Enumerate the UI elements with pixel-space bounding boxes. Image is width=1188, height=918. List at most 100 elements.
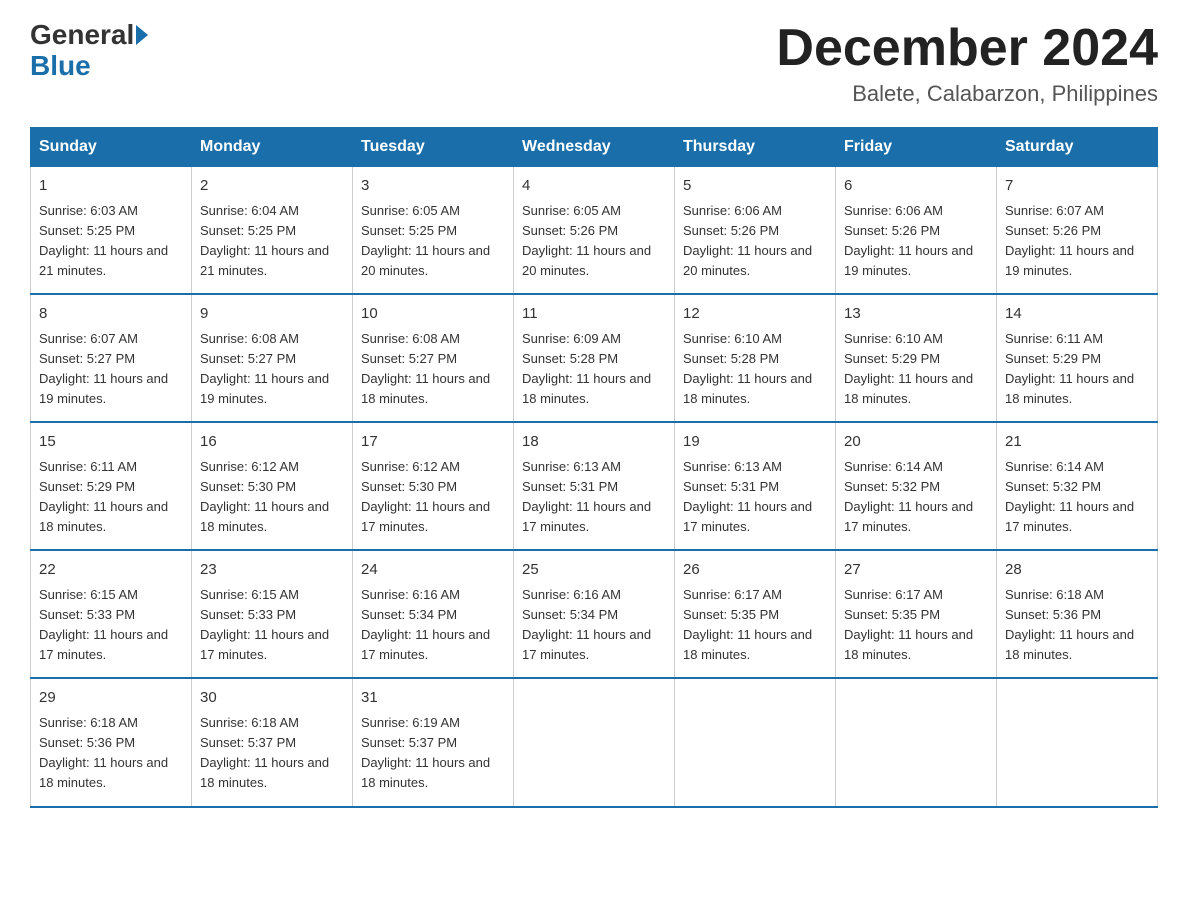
day-info: Sunrise: 6:12 AMSunset: 5:30 PMDaylight:…: [361, 459, 490, 534]
day-info: Sunrise: 6:18 AMSunset: 5:36 PMDaylight:…: [1005, 587, 1134, 662]
day-info: Sunrise: 6:16 AMSunset: 5:34 PMDaylight:…: [522, 587, 651, 662]
table-row: [675, 678, 836, 806]
calendar-week-row: 22 Sunrise: 6:15 AMSunset: 5:33 PMDaylig…: [31, 550, 1158, 678]
table-row: [514, 678, 675, 806]
day-number: 21: [1005, 431, 1149, 454]
table-row: 30 Sunrise: 6:18 AMSunset: 5:37 PMDaylig…: [192, 678, 353, 806]
table-row: 10 Sunrise: 6:08 AMSunset: 5:27 PMDaylig…: [353, 294, 514, 422]
day-info: Sunrise: 6:08 AMSunset: 5:27 PMDaylight:…: [200, 331, 329, 406]
col-wednesday: Wednesday: [514, 128, 675, 167]
day-number: 19: [683, 431, 827, 454]
day-info: Sunrise: 6:14 AMSunset: 5:32 PMDaylight:…: [844, 459, 973, 534]
table-row: 27 Sunrise: 6:17 AMSunset: 5:35 PMDaylig…: [836, 550, 997, 678]
table-row: 12 Sunrise: 6:10 AMSunset: 5:28 PMDaylig…: [675, 294, 836, 422]
table-row: 15 Sunrise: 6:11 AMSunset: 5:29 PMDaylig…: [31, 422, 192, 550]
day-number: 4: [522, 175, 666, 198]
calendar-week-row: 8 Sunrise: 6:07 AMSunset: 5:27 PMDayligh…: [31, 294, 1158, 422]
day-number: 31: [361, 687, 505, 710]
day-info: Sunrise: 6:11 AMSunset: 5:29 PMDaylight:…: [1005, 331, 1134, 406]
day-info: Sunrise: 6:17 AMSunset: 5:35 PMDaylight:…: [844, 587, 973, 662]
day-number: 26: [683, 559, 827, 582]
calendar-header-row: Sunday Monday Tuesday Wednesday Thursday…: [31, 128, 1158, 167]
day-number: 29: [39, 687, 183, 710]
table-row: 2 Sunrise: 6:04 AMSunset: 5:25 PMDayligh…: [192, 167, 353, 295]
day-info: Sunrise: 6:18 AMSunset: 5:36 PMDaylight:…: [39, 715, 168, 790]
day-number: 9: [200, 303, 344, 326]
logo-arrow-icon: [136, 25, 148, 45]
day-info: Sunrise: 6:14 AMSunset: 5:32 PMDaylight:…: [1005, 459, 1134, 534]
calendar-title: December 2024: [776, 20, 1158, 77]
table-row: 23 Sunrise: 6:15 AMSunset: 5:33 PMDaylig…: [192, 550, 353, 678]
day-info: Sunrise: 6:07 AMSunset: 5:27 PMDaylight:…: [39, 331, 168, 406]
day-number: 8: [39, 303, 183, 326]
table-row: [997, 678, 1158, 806]
table-row: 24 Sunrise: 6:16 AMSunset: 5:34 PMDaylig…: [353, 550, 514, 678]
day-info: Sunrise: 6:18 AMSunset: 5:37 PMDaylight:…: [200, 715, 329, 790]
table-row: 1 Sunrise: 6:03 AMSunset: 5:25 PMDayligh…: [31, 167, 192, 295]
day-number: 17: [361, 431, 505, 454]
day-number: 13: [844, 303, 988, 326]
day-number: 20: [844, 431, 988, 454]
day-number: 7: [1005, 175, 1149, 198]
day-number: 22: [39, 559, 183, 582]
col-thursday: Thursday: [675, 128, 836, 167]
table-row: 29 Sunrise: 6:18 AMSunset: 5:36 PMDaylig…: [31, 678, 192, 806]
day-info: Sunrise: 6:04 AMSunset: 5:25 PMDaylight:…: [200, 203, 329, 278]
day-number: 15: [39, 431, 183, 454]
day-number: 24: [361, 559, 505, 582]
day-number: 10: [361, 303, 505, 326]
table-row: 7 Sunrise: 6:07 AMSunset: 5:26 PMDayligh…: [997, 167, 1158, 295]
table-row: 17 Sunrise: 6:12 AMSunset: 5:30 PMDaylig…: [353, 422, 514, 550]
table-row: 19 Sunrise: 6:13 AMSunset: 5:31 PMDaylig…: [675, 422, 836, 550]
day-number: 14: [1005, 303, 1149, 326]
day-info: Sunrise: 6:08 AMSunset: 5:27 PMDaylight:…: [361, 331, 490, 406]
table-row: 21 Sunrise: 6:14 AMSunset: 5:32 PMDaylig…: [997, 422, 1158, 550]
logo-general-text: General: [30, 20, 134, 51]
day-info: Sunrise: 6:06 AMSunset: 5:26 PMDaylight:…: [683, 203, 812, 278]
day-info: Sunrise: 6:03 AMSunset: 5:25 PMDaylight:…: [39, 203, 168, 278]
day-number: 25: [522, 559, 666, 582]
page-header: General Blue December 2024 Balete, Calab…: [30, 20, 1158, 107]
calendar-week-row: 15 Sunrise: 6:11 AMSunset: 5:29 PMDaylig…: [31, 422, 1158, 550]
day-number: 27: [844, 559, 988, 582]
day-info: Sunrise: 6:05 AMSunset: 5:26 PMDaylight:…: [522, 203, 651, 278]
day-info: Sunrise: 6:10 AMSunset: 5:28 PMDaylight:…: [683, 331, 812, 406]
day-number: 16: [200, 431, 344, 454]
table-row: 31 Sunrise: 6:19 AMSunset: 5:37 PMDaylig…: [353, 678, 514, 806]
table-row: 14 Sunrise: 6:11 AMSunset: 5:29 PMDaylig…: [997, 294, 1158, 422]
day-number: 3: [361, 175, 505, 198]
day-number: 12: [683, 303, 827, 326]
logo: General Blue: [30, 20, 148, 82]
day-info: Sunrise: 6:17 AMSunset: 5:35 PMDaylight:…: [683, 587, 812, 662]
day-number: 18: [522, 431, 666, 454]
day-info: Sunrise: 6:07 AMSunset: 5:26 PMDaylight:…: [1005, 203, 1134, 278]
day-info: Sunrise: 6:15 AMSunset: 5:33 PMDaylight:…: [39, 587, 168, 662]
day-number: 23: [200, 559, 344, 582]
day-info: Sunrise: 6:13 AMSunset: 5:31 PMDaylight:…: [522, 459, 651, 534]
day-info: Sunrise: 6:09 AMSunset: 5:28 PMDaylight:…: [522, 331, 651, 406]
col-friday: Friday: [836, 128, 997, 167]
table-row: 13 Sunrise: 6:10 AMSunset: 5:29 PMDaylig…: [836, 294, 997, 422]
table-row: 4 Sunrise: 6:05 AMSunset: 5:26 PMDayligh…: [514, 167, 675, 295]
day-number: 1: [39, 175, 183, 198]
calendar-week-row: 29 Sunrise: 6:18 AMSunset: 5:36 PMDaylig…: [31, 678, 1158, 806]
col-saturday: Saturday: [997, 128, 1158, 167]
calendar-subtitle: Balete, Calabarzon, Philippines: [776, 81, 1158, 107]
day-info: Sunrise: 6:10 AMSunset: 5:29 PMDaylight:…: [844, 331, 973, 406]
title-block: December 2024 Balete, Calabarzon, Philip…: [776, 20, 1158, 107]
day-info: Sunrise: 6:16 AMSunset: 5:34 PMDaylight:…: [361, 587, 490, 662]
table-row: 16 Sunrise: 6:12 AMSunset: 5:30 PMDaylig…: [192, 422, 353, 550]
day-info: Sunrise: 6:05 AMSunset: 5:25 PMDaylight:…: [361, 203, 490, 278]
table-row: [836, 678, 997, 806]
col-sunday: Sunday: [31, 128, 192, 167]
table-row: 11 Sunrise: 6:09 AMSunset: 5:28 PMDaylig…: [514, 294, 675, 422]
day-info: Sunrise: 6:11 AMSunset: 5:29 PMDaylight:…: [39, 459, 168, 534]
calendar-week-row: 1 Sunrise: 6:03 AMSunset: 5:25 PMDayligh…: [31, 167, 1158, 295]
table-row: 26 Sunrise: 6:17 AMSunset: 5:35 PMDaylig…: [675, 550, 836, 678]
day-number: 6: [844, 175, 988, 198]
day-number: 11: [522, 303, 666, 326]
day-info: Sunrise: 6:12 AMSunset: 5:30 PMDaylight:…: [200, 459, 329, 534]
day-number: 5: [683, 175, 827, 198]
table-row: 8 Sunrise: 6:07 AMSunset: 5:27 PMDayligh…: [31, 294, 192, 422]
logo-blue-text: Blue: [30, 51, 91, 82]
